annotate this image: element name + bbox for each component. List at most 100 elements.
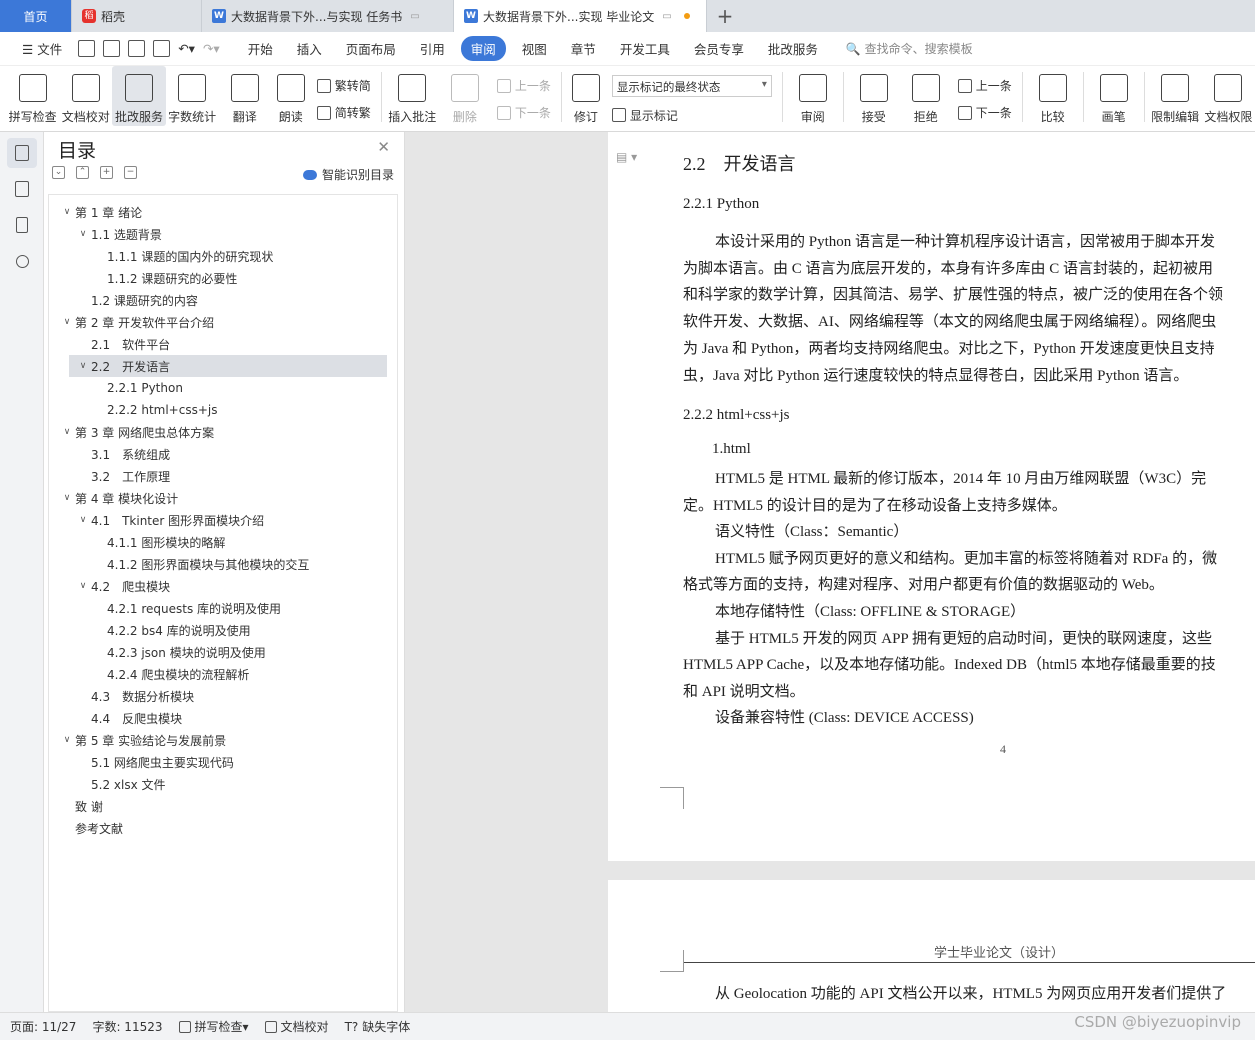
expand-all-icon[interactable]: ⌃ [76,166,89,179]
tab-home[interactable]: 首页 [0,0,72,32]
next-change-button[interactable]: 下一条 [957,104,1012,121]
tab-close-icon[interactable]: ▭ [662,11,671,22]
menu-tab-4[interactable]: 审阅 [460,36,506,61]
toc-item[interactable]: 5.1 网络爬虫主要实现代码 [49,751,397,773]
tab-daoke[interactable]: 稻稻壳 [72,0,202,32]
command-search[interactable]: 🔍 查找命令、搜索模板 [846,40,973,57]
search-icon[interactable] [7,246,37,276]
menu-tab-6[interactable]: 章节 [559,39,608,58]
document-page-next[interactable]: 学士毕业论文（设计） 从 Geolocation 功能的 API 文档公开以来，… [608,880,1255,1012]
menu-tab-0[interactable]: 开始 [236,39,285,58]
print-icon[interactable] [128,40,146,57]
toc-item[interactable]: ∨ 第 3 章 网络爬虫总体方案 [49,421,397,443]
document-page[interactable]: ▤ ▾ 2.2 开发语言 2.2.1 Python 本设计采用的 Python … [608,132,1255,861]
doc-check-button[interactable]: 文档校对 [59,66,112,126]
toc-item[interactable]: ∨ 第 2 章 开发软件平台介绍 [49,311,397,333]
redo-icon[interactable]: ↷▾ [199,41,224,56]
smart-toc-button[interactable]: 智能识别目录 [302,166,394,183]
toc-item[interactable]: ∨ 第 1 章 绪论 [49,201,397,223]
tab-close-icon[interactable]: ▭ [410,11,419,22]
markup-state-dropdown[interactable]: 显示标记的最终状态 [611,74,772,97]
remove-heading-icon[interactable]: − [124,166,137,179]
toc-item[interactable]: 2.2.2 html+css+js [49,399,397,421]
toc-item[interactable]: 1.2 课题研究的内容 [49,289,397,311]
chevron-down-icon[interactable]: ∨ [59,317,75,327]
toc-item[interactable]: 2.2.1 Python [49,377,397,399]
restrict-edit-button[interactable]: 限制编辑 [1149,66,1202,126]
accept-button[interactable]: 接受 [848,66,900,126]
toc-item[interactable]: ∨ 1.1 选题背景 [49,223,397,245]
spell-check-button[interactable]: 拼写检查 [6,66,59,126]
toc-item[interactable]: 3.1 系统组成 [49,443,397,465]
toc-item[interactable]: 4.2.2 bs4 库的说明及使用 [49,619,397,641]
word-count-button[interactable]: 字数统计 [166,66,219,126]
toc-item[interactable]: 4.1.1 图形模块的略解 [49,531,397,553]
print-preview-icon[interactable] [153,40,171,57]
correct-service-button[interactable]: 批改服务 [112,66,166,126]
toc-item[interactable]: ∨ 2.2 开发语言 [69,355,387,377]
prev-comment-button[interactable]: 上一条 [496,77,551,94]
toc-item[interactable]: ∨ 第 5 章 实验结论与发展前景 [49,729,397,751]
chevron-down-icon[interactable]: ∨ [59,493,75,503]
delete-comment-button[interactable]: 删除 [439,66,491,126]
toc-item[interactable]: 1.1.2 课题研究的必要性 [49,267,397,289]
chevron-down-icon[interactable]: ∨ [59,427,75,437]
chevron-down-icon[interactable]: ∨ [59,207,75,217]
close-icon[interactable]: ✕ [377,138,390,156]
menu-tab-2[interactable]: 页面布局 [334,39,408,58]
track-changes-button[interactable]: 修订 [566,66,606,126]
next-comment-button[interactable]: 下一条 [496,104,551,121]
page-menu-icon[interactable]: ▤ ▾ [616,150,637,164]
toc-nav-icon[interactable] [7,138,37,168]
toc-item[interactable]: 4.2.1 requests 库的说明及使用 [49,597,397,619]
word-count-indicator[interactable]: 字数: 11523 [92,1018,162,1035]
toc-item[interactable]: 2.1 软件平台 [49,333,397,355]
menu-tab-3[interactable]: 引用 [408,39,457,58]
menu-tab-9[interactable]: 批改服务 [756,39,830,58]
menu-tab-1[interactable]: 插入 [285,39,334,58]
menu-tab-7[interactable]: 开发工具 [608,39,682,58]
toc-item[interactable]: 致 谢 [49,795,397,817]
chevron-down-icon[interactable]: ∨ [75,229,91,239]
menu-tab-5[interactable]: 视图 [510,39,559,58]
insert-comment-button[interactable]: 插入批注 [386,66,439,126]
new-tab-button[interactable]: + [707,0,743,32]
read-aloud-button[interactable]: 朗读 [271,66,311,126]
menu-tab-8[interactable]: 会员专享 [682,39,756,58]
file-menu[interactable]: ☰ 文件 [10,39,74,58]
toc-item[interactable]: 4.2.3 json 模块的说明及使用 [49,641,397,663]
chevron-down-icon[interactable]: ∨ [75,515,91,525]
status-spell-check[interactable]: 拼写检查 ▾ [178,1018,249,1035]
undo-icon[interactable]: ↶▾ [174,41,199,56]
save-icon[interactable] [78,40,96,57]
chapter-nav-icon[interactable] [7,174,37,204]
prev-change-button[interactable]: 上一条 [957,77,1012,94]
collapse-all-icon[interactable]: ⌄ [52,166,65,179]
pen-button[interactable]: 画笔 [1088,66,1140,126]
page-indicator[interactable]: 页面: 11/27 [10,1018,76,1035]
toc-item[interactable]: ∨ 第 4 章 模块化设计 [49,487,397,509]
show-markup-button[interactable]: 显示标记 [611,107,772,124]
toc-item[interactable]: ∨ 4.1 Tkinter 图形界面模块介绍 [49,509,397,531]
toc-item[interactable]: 4.1.2 图形界面模块与其他模块的交互 [49,553,397,575]
tab-doc-task[interactable]: W 大数据背景下外...与实现 任务书 ▭ [202,0,454,32]
trad-to-simp-button[interactable]: 繁转简 [316,77,371,94]
add-heading-icon[interactable]: + [100,166,113,179]
doc-permission-button[interactable]: 文档权限 [1202,66,1255,126]
chevron-down-icon[interactable]: ∨ [59,735,75,745]
bookmark-icon[interactable] [7,210,37,240]
compare-button[interactable]: 比较 [1027,66,1079,126]
chevron-down-icon[interactable]: ∨ [75,361,91,371]
toc-item[interactable]: 4.4 反爬虫模块 [49,707,397,729]
chevron-down-icon[interactable]: ∨ [75,581,91,591]
toc-item[interactable]: 4.3 数据分析模块 [49,685,397,707]
tab-doc-thesis[interactable]: W 大数据背景下外...实现 毕业论文 ▭ [454,0,707,32]
simp-to-trad-button[interactable]: 简转繁 [316,104,371,121]
translate-button[interactable]: 翻译 [219,66,271,126]
toc-item[interactable]: 4.2.4 爬虫模块的流程解析 [49,663,397,685]
toc-item[interactable]: 参考文献 [49,817,397,839]
toc-item[interactable]: 5.2 xlsx 文件 [49,773,397,795]
toc-item[interactable]: 3.2 工作原理 [49,465,397,487]
export-pdf-icon[interactable] [103,40,121,57]
toc-item[interactable]: ∨ 4.2 爬虫模块 [49,575,397,597]
